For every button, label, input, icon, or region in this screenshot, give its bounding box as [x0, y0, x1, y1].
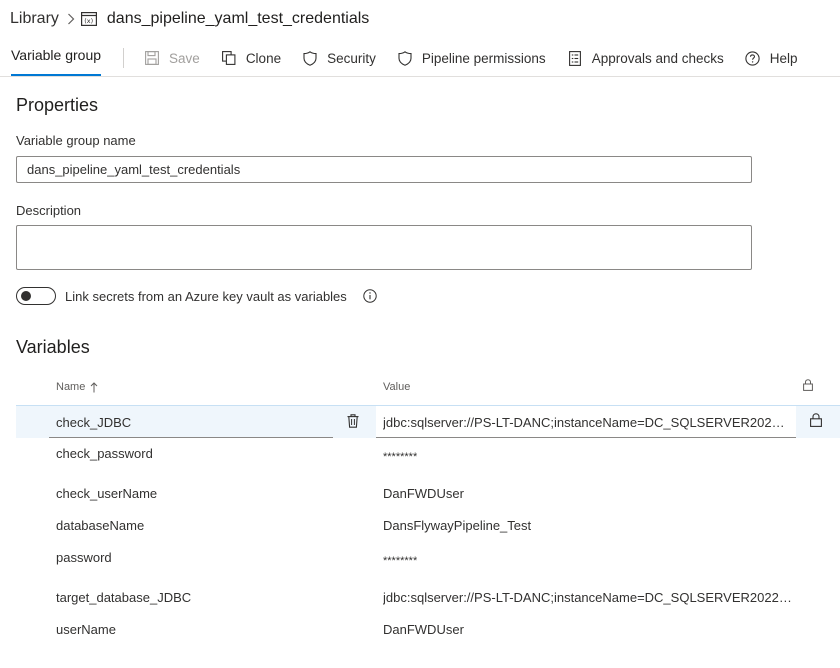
keyvault-toggle[interactable]: [16, 287, 56, 305]
variable-name: databaseName: [56, 518, 145, 533]
table-row[interactable]: databaseName DansFlywayPipeline_Test: [16, 510, 840, 542]
variable-group-name-label: Variable group name: [16, 133, 136, 148]
variable-name: check_JDBC: [56, 415, 132, 430]
variables-heading: Variables: [16, 337, 90, 357]
variable-name: target_database_JDBC: [56, 590, 192, 605]
security-button[interactable]: Security: [302, 43, 376, 73]
lock-icon: [803, 379, 813, 394]
shield-icon: [302, 50, 318, 66]
clone-button[interactable]: Clone: [221, 43, 281, 73]
help-button[interactable]: Help: [745, 43, 798, 73]
variable-name: check_userName: [56, 486, 158, 501]
column-header-name-label: Name: [56, 381, 86, 393]
variable-value: jdbc:sqlserver://PS-LT-DANC;instanceName…: [383, 590, 793, 605]
svg-text:(x): (x): [84, 17, 93, 25]
toolbar-divider-line: [0, 76, 840, 77]
variables-grid-header: Name Value: [16, 374, 840, 400]
pipeline-permissions-label: Pipeline permissions: [421, 50, 546, 66]
variable-name: check_password: [56, 446, 153, 461]
chevron-right-icon: [67, 13, 75, 25]
shield-icon: [397, 50, 413, 66]
save-button[interactable]: Save: [144, 43, 200, 73]
breadcrumb: Library (x) dans_pipeline_yaml_test_cred…: [10, 9, 369, 29]
variable-value-secret: ********: [383, 451, 418, 463]
help-icon: [745, 50, 761, 66]
info-icon[interactable]: [363, 289, 377, 303]
toggle-knob: [21, 291, 31, 301]
sort-ascending-icon: [90, 381, 98, 393]
tab-variable-group[interactable]: Variable group: [11, 40, 102, 76]
variable-name: password: [56, 550, 112, 565]
help-label: Help: [769, 50, 798, 66]
toolbar-divider: [123, 48, 125, 68]
variable-group-name-input[interactable]: dans_pipeline_yaml_test_credentials: [16, 156, 752, 183]
clone-icon: [221, 50, 237, 66]
variable-value: jdbc:sqlserver://PS-LT-DANC;instanceName…: [383, 415, 791, 430]
column-header-name[interactable]: Name: [56, 381, 98, 393]
page-title: dans_pipeline_yaml_test_credentials: [106, 10, 370, 27]
column-header-value[interactable]: Value: [383, 381, 410, 393]
approvals-checks-label: Approvals and checks: [591, 50, 724, 66]
variable-value: DanFWDUser: [383, 486, 464, 501]
pipeline-permissions-button[interactable]: Pipeline permissions: [397, 43, 546, 73]
table-row[interactable]: check_JDBC jdbc:sqlserver://PS-LT-DANC;i…: [16, 405, 840, 438]
approvals-checks-button[interactable]: Approvals and checks: [567, 43, 724, 73]
breadcrumb-library-link[interactable]: Library: [10, 10, 59, 28]
toolbar: Variable group Save Clone Security Pipel…: [0, 40, 840, 76]
save-label: Save: [169, 50, 200, 66]
variable-value: DansFlywayPipeline_Test: [383, 518, 532, 533]
delete-icon[interactable]: [347, 414, 359, 431]
save-icon: [144, 50, 160, 66]
clone-label: Clone: [245, 50, 282, 66]
table-row[interactable]: target_database_JDBC jdbc:sqlserver://PS…: [16, 582, 840, 614]
table-row[interactable]: check_userName DanFWDUser: [16, 478, 840, 510]
table-row[interactable]: password ********: [16, 542, 840, 582]
keyvault-toggle-row: Link secrets from an Azure key vault as …: [16, 287, 377, 305]
description-input[interactable]: [16, 225, 752, 270]
properties-heading: Properties: [16, 95, 99, 115]
variable-group-icon: (x): [80, 12, 97, 26]
description-label: Description: [16, 203, 82, 218]
table-row[interactable]: userName DanFWDUser: [16, 614, 840, 646]
checklist-icon: [567, 50, 583, 66]
security-label: Security: [327, 50, 376, 66]
lock-icon[interactable]: [810, 413, 822, 430]
variable-value: DanFWDUser: [383, 622, 464, 637]
variable-name: userName: [56, 622, 116, 637]
variable-value-secret: ********: [383, 555, 418, 567]
keyvault-toggle-label: Link secrets from an Azure key vault as …: [65, 288, 347, 304]
table-row[interactable]: check_password ********: [16, 438, 840, 478]
